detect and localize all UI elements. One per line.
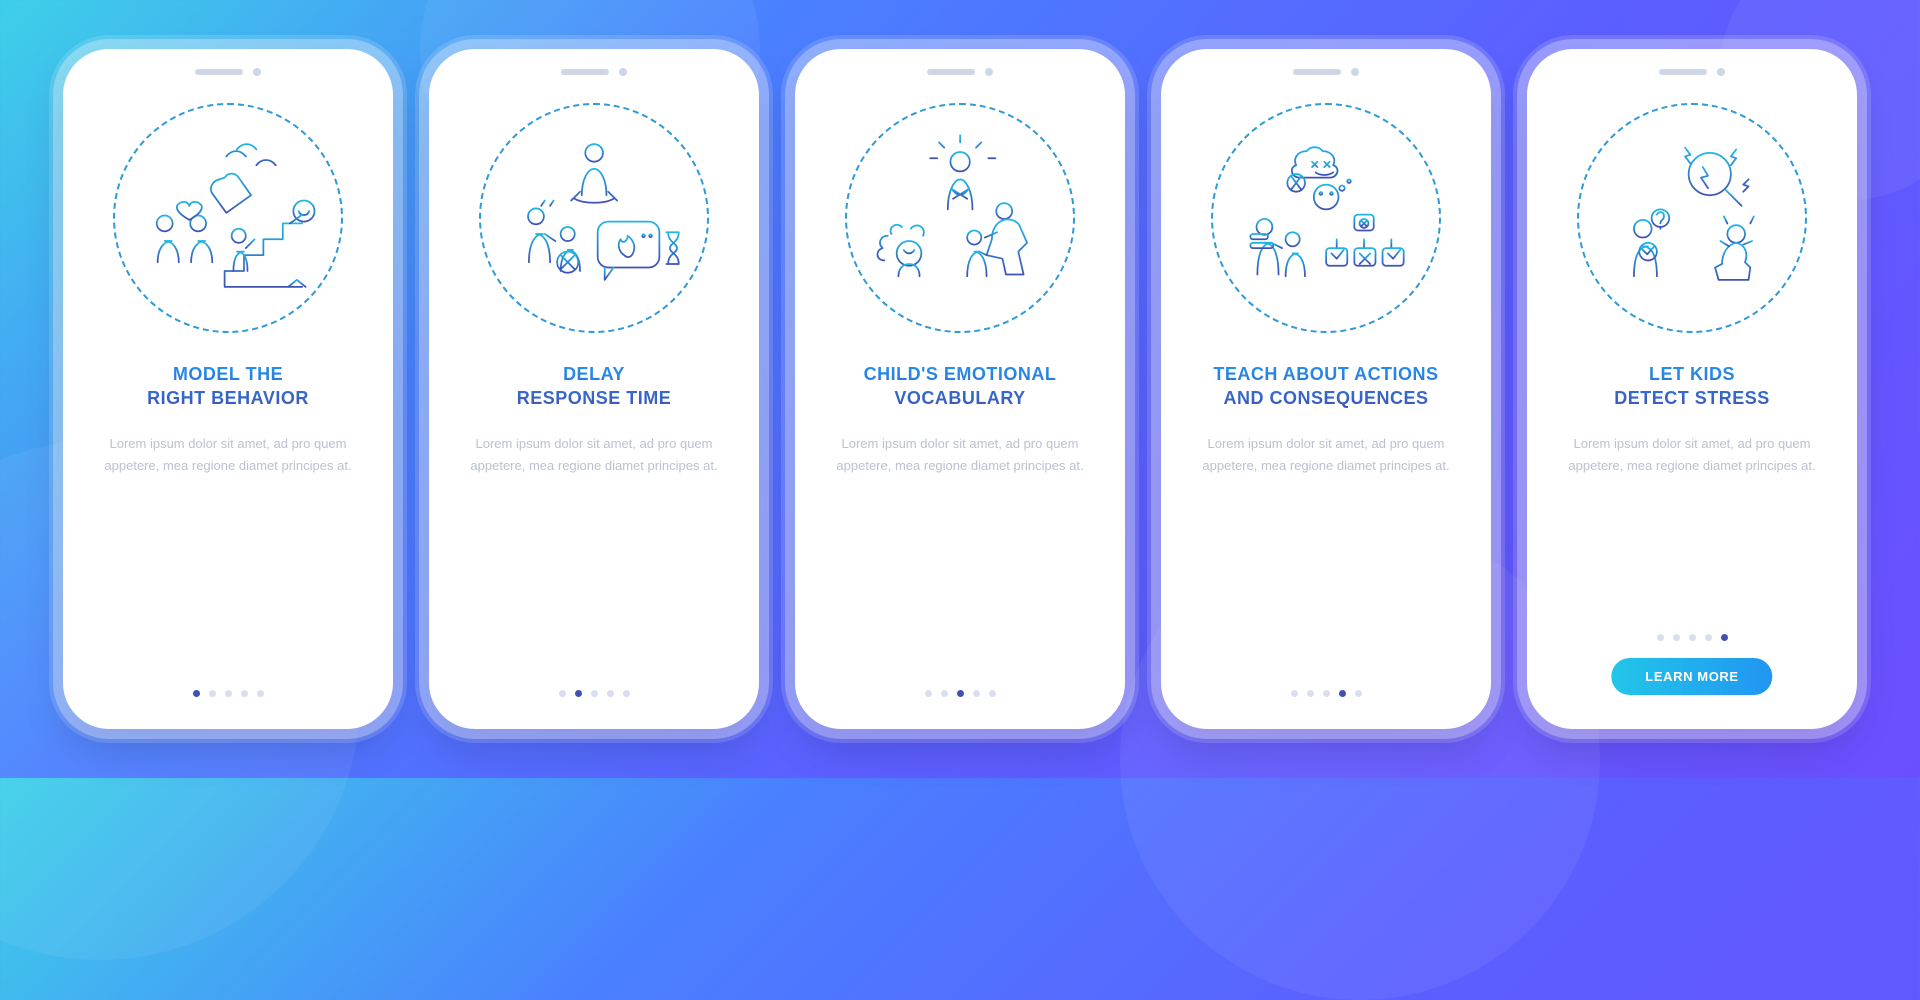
page-dot[interactable] xyxy=(257,690,264,697)
page-dots xyxy=(1291,690,1362,697)
phone-notch xyxy=(1637,65,1747,79)
page-dots xyxy=(925,690,996,697)
screen-title: MODEL THERIGHT BEHAVIOR xyxy=(143,361,313,411)
actions-consequences-icon xyxy=(1211,103,1441,333)
screen-title: LET KIDSDETECT STRESS xyxy=(1610,361,1774,411)
page-dot[interactable] xyxy=(607,690,614,697)
onboarding-row: MODEL THERIGHT BEHAVIOR Lorem ipsum dolo… xyxy=(0,0,1920,778)
learn-more-button[interactable]: LEARN MORE xyxy=(1611,658,1772,695)
page-dot[interactable] xyxy=(591,690,598,697)
screen-title: CHILD'S EMOTIONALVOCABULARY xyxy=(860,361,1061,411)
model-behavior-icon xyxy=(113,103,343,333)
emotional-vocabulary-icon xyxy=(845,103,1075,333)
page-dot[interactable] xyxy=(559,690,566,697)
page-dot[interactable] xyxy=(623,690,630,697)
screen-body: Lorem ipsum dolor sit amet, ad pro quem … xyxy=(455,433,733,690)
page-dot[interactable] xyxy=(989,690,996,697)
screen-body: Lorem ipsum dolor sit amet, ad pro quem … xyxy=(821,433,1099,690)
screen-body: Lorem ipsum dolor sit amet, ad pro quem … xyxy=(89,433,367,690)
page-dot[interactable] xyxy=(575,690,582,697)
page-dot[interactable] xyxy=(193,690,200,697)
phone-notch xyxy=(905,65,1015,79)
page-dot[interactable] xyxy=(225,690,232,697)
page-dot[interactable] xyxy=(241,690,248,697)
delay-response-icon xyxy=(479,103,709,333)
page-dot[interactable] xyxy=(1291,690,1298,697)
phone-notch xyxy=(173,65,283,79)
phone-notch xyxy=(539,65,649,79)
detect-stress-icon xyxy=(1577,103,1807,333)
page-dot[interactable] xyxy=(1339,690,1346,697)
page-dot[interactable] xyxy=(1355,690,1362,697)
page-dot[interactable] xyxy=(1307,690,1314,697)
onboarding-screen: LET KIDSDETECT STRESS Lorem ipsum dolor … xyxy=(1527,49,1857,729)
page-dot[interactable] xyxy=(1721,634,1728,641)
page-dots xyxy=(193,690,264,697)
onboarding-screen: MODEL THERIGHT BEHAVIOR Lorem ipsum dolo… xyxy=(63,49,393,729)
page-dot[interactable] xyxy=(1673,634,1680,641)
page-dot[interactable] xyxy=(957,690,964,697)
page-dot[interactable] xyxy=(925,690,932,697)
page-dots xyxy=(559,690,630,697)
screen-title: TEACH ABOUT ACTIONSAND CONSEQUENCES xyxy=(1209,361,1442,411)
page-dot[interactable] xyxy=(1323,690,1330,697)
page-dot[interactable] xyxy=(209,690,216,697)
page-dot[interactable] xyxy=(1657,634,1664,641)
onboarding-screen: DELAYRESPONSE TIME Lorem ipsum dolor sit… xyxy=(429,49,759,729)
page-dot[interactable] xyxy=(973,690,980,697)
page-dot[interactable] xyxy=(1705,634,1712,641)
onboarding-screen: TEACH ABOUT ACTIONSAND CONSEQUENCES Lore… xyxy=(1161,49,1491,729)
screen-title: DELAYRESPONSE TIME xyxy=(513,361,676,411)
phone-notch xyxy=(1271,65,1381,79)
screen-body: Lorem ipsum dolor sit amet, ad pro quem … xyxy=(1553,433,1831,634)
page-dots xyxy=(1657,634,1728,641)
page-dot[interactable] xyxy=(941,690,948,697)
page-dot[interactable] xyxy=(1689,634,1696,641)
onboarding-screen: CHILD'S EMOTIONALVOCABULARY Lorem ipsum … xyxy=(795,49,1125,729)
screen-body: Lorem ipsum dolor sit amet, ad pro quem … xyxy=(1187,433,1465,690)
